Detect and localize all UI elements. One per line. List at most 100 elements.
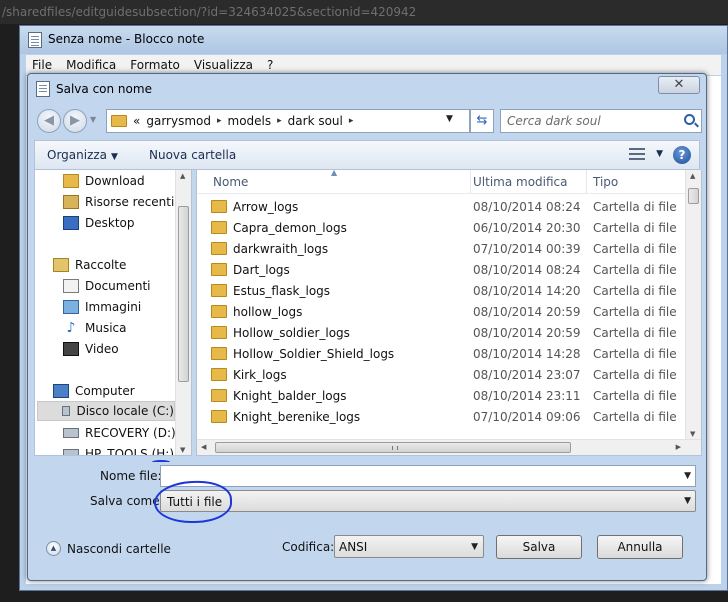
search-box[interactable] <box>500 109 702 133</box>
nav-item-libraries[interactable]: Raccolte <box>53 255 126 275</box>
file-row[interactable]: Knight_balder_logs 08/10/2014 23:11 Cartel… <box>197 385 687 406</box>
views-icon[interactable] <box>629 148 645 160</box>
save-as-type-select[interactable]: Tutti i file ▼ <box>160 490 696 512</box>
file-modified: 08/10/2014 08:24 <box>473 263 581 277</box>
nav-item-recent[interactable]: Risorse recenti <box>63 192 174 212</box>
chevron-right-icon[interactable]: ▸ <box>277 116 282 126</box>
annotation-stroke <box>152 460 170 464</box>
file-modified: 08/10/2014 14:20 <box>473 284 581 298</box>
nav-item-download[interactable]: Download <box>63 171 145 191</box>
file-row[interactable]: Hollow_Soldier_Shield_logs 08/10/2014 14:… <box>197 343 687 364</box>
file-row[interactable]: Hollow_soldier_logs 08/10/2014 20:59 Carte… <box>197 322 687 343</box>
nav-item-music[interactable]: ♪ Musica <box>63 318 127 338</box>
file-modified: 08/10/2014 20:59 <box>473 326 581 340</box>
scroll-thumb[interactable] <box>688 188 699 204</box>
file-list-horizontal-scrollbar[interactable]: ◀ ▶ <box>197 439 701 455</box>
file-row[interactable]: darkwraith_logs 07/10/2014 00:39 Cartella … <box>197 238 687 259</box>
scroll-up-icon[interactable]: ▲ <box>180 172 185 180</box>
column-modified[interactable]: Ultima modifica <box>467 170 587 194</box>
scroll-left-icon[interactable]: ◀ <box>201 443 206 451</box>
nav-item-video[interactable]: Video <box>63 339 119 359</box>
refresh-button[interactable]: ⇆ <box>470 109 494 133</box>
nav-item-desktop[interactable]: Desktop <box>63 213 135 233</box>
scroll-right-icon[interactable]: ▶ <box>676 443 681 451</box>
chevron-down-icon[interactable]: ▼ <box>684 471 691 481</box>
breadcrumb-garrysmod[interactable]: garrysmod <box>146 114 211 128</box>
nav-item-pictures[interactable]: Immagini <box>63 297 141 317</box>
chevron-right-icon[interactable]: ▸ <box>349 116 354 126</box>
scroll-thumb[interactable] <box>215 442 571 453</box>
nav-item-label: RECOVERY (D:) <box>85 426 176 440</box>
column-headers: Nome ▲ Ultima modifica Tipo <box>197 170 687 194</box>
breadcrumb-dark-soul[interactable]: dark soul <box>288 114 343 128</box>
file-list-vertical-scrollbar[interactable]: ▲ ▼ <box>685 170 701 440</box>
scroll-thumb[interactable] <box>178 206 189 382</box>
search-icon[interactable] <box>684 114 695 125</box>
filename-combobox[interactable]: ▼ <box>160 465 696 487</box>
search-input[interactable] <box>507 113 677 129</box>
menu-modifica[interactable]: Modifica <box>66 58 116 72</box>
file-type: Cartella di file <box>593 263 677 277</box>
file-list: Nome ▲ Ultima modifica Tipo Arrow_logs 08… <box>196 170 702 456</box>
file-row[interactable]: hollow_logs 08/10/2014 20:59 Cartella di f… <box>197 301 687 322</box>
folder-icon <box>211 305 227 318</box>
back-button[interactable]: ◀ <box>37 109 61 133</box>
menu-formato[interactable]: Formato <box>130 58 180 72</box>
file-name: Dart_logs <box>233 263 290 277</box>
recent-places-icon <box>63 195 79 209</box>
file-row[interactable]: Knight_berenike_logs 07/10/2014 09:06 Cart… <box>197 406 687 427</box>
cancel-button[interactable]: Annulla <box>597 535 683 559</box>
nav-item-hp-tools-h[interactable]: HP_TOOLS (H:) <box>63 444 174 455</box>
file-modified: 08/10/2014 08:24 <box>473 200 581 214</box>
refresh-icon: ⇆ <box>476 113 488 128</box>
file-row[interactable]: Dart_logs 08/10/2014 08:24 Cartella di fil… <box>197 259 687 280</box>
nav-item-documents[interactable]: Documenti <box>63 276 151 296</box>
breadcrumb-models[interactable]: models <box>228 114 272 128</box>
file-name: hollow_logs <box>233 305 303 319</box>
menu-file[interactable]: File <box>32 58 52 72</box>
folder-icon <box>211 221 227 234</box>
help-icon[interactable]: ? <box>673 146 691 164</box>
column-type[interactable]: Tipo <box>587 170 687 194</box>
address-dropdown-icon[interactable]: ▼ <box>446 114 453 124</box>
column-name[interactable]: Nome <box>207 170 471 194</box>
chevron-right-icon[interactable]: ▸ <box>217 116 222 126</box>
address-bar[interactable]: « garrysmod ▸ models ▸ dark soul ▸ <box>106 109 470 133</box>
breadcrumb-overflow[interactable]: « <box>133 114 140 128</box>
nav-item-local-disk-c[interactable]: Disco locale (C:) <box>37 401 175 421</box>
file-type: Cartella di file <box>593 200 677 214</box>
download-folder-icon <box>63 174 79 188</box>
arrow-right-icon: ▶ <box>70 113 80 128</box>
menu-visualizza[interactable]: Visualizza <box>194 58 253 72</box>
scroll-up-icon[interactable]: ▲ <box>690 172 695 180</box>
hide-folders-button[interactable]: ▲ Nascondi cartelle <box>46 541 171 556</box>
views-dropdown-icon[interactable]: ▼ <box>656 149 663 159</box>
file-row[interactable]: Kirk_logs 08/10/2014 23:07 Cartella di fil… <box>197 364 687 385</box>
file-row[interactable]: Capra_demon_logs 06/10/2014 20:30 Cartella… <box>197 217 687 238</box>
arrow-left-icon: ◀ <box>44 113 54 128</box>
notepad-title: Senza nome - Blocco note <box>48 32 205 46</box>
nav-scrollbar[interactable]: ▲ ▼ <box>175 170 191 455</box>
menu-help[interactable]: ? <box>267 58 273 72</box>
file-modified: 07/10/2014 09:06 <box>473 410 581 424</box>
scroll-down-icon[interactable]: ▼ <box>180 446 185 454</box>
nav-item-recovery-d[interactable]: RECOVERY (D:) <box>63 423 176 443</box>
file-row[interactable]: Arrow_logs 08/10/2014 08:24 Cartella di fi… <box>197 196 687 217</box>
scroll-down-icon[interactable]: ▼ <box>690 430 695 438</box>
chevron-down-icon[interactable]: ▼ <box>684 496 691 506</box>
folder-icon <box>211 347 227 360</box>
navigation-row: ◀ ▶ ▼ « garrysmod ▸ models ▸ dark soul ▸… <box>34 108 702 134</box>
file-name: Hollow_soldier_logs <box>233 326 350 340</box>
chevron-down-icon[interactable]: ▼ <box>471 542 478 552</box>
file-row[interactable]: Estus_flask_logs 08/10/2014 14:20 Cartella… <box>197 280 687 301</box>
nav-item-computer[interactable]: Computer <box>53 381 135 401</box>
save-button[interactable]: Salva <box>496 535 582 559</box>
encoding-select[interactable]: ANSI ▼ <box>334 535 484 558</box>
history-dropdown-icon[interactable]: ▼ <box>90 115 96 124</box>
new-folder-button[interactable]: Nuova cartella <box>149 148 236 162</box>
organize-button[interactable]: Organizza ▼ <box>47 148 118 162</box>
close-button[interactable]: ✕ <box>658 76 700 94</box>
filename-input[interactable] <box>165 469 665 484</box>
command-toolbar: Organizza ▼ Nuova cartella ▼ ? <box>34 140 700 170</box>
forward-button[interactable]: ▶ <box>63 109 87 133</box>
